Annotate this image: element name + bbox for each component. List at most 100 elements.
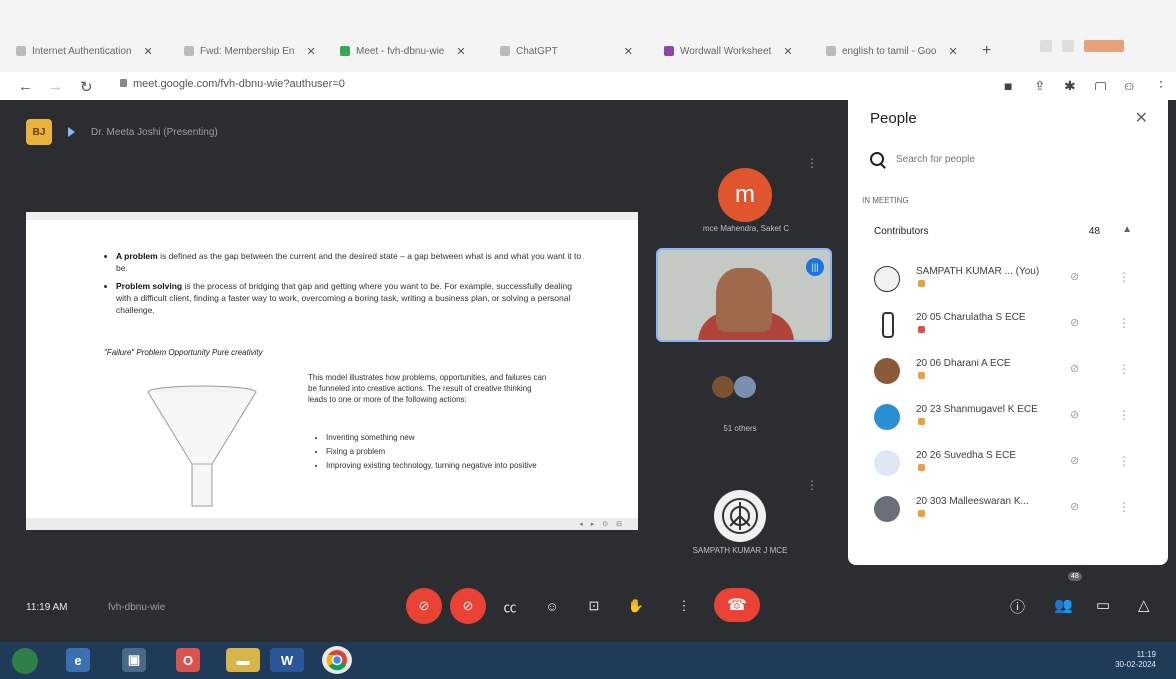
tab-label: Internet Authentication — [32, 45, 132, 57]
tab-label: Wordwall Worksheet — [680, 45, 772, 57]
mic-off-icon: ⊘ — [1070, 271, 1080, 283]
people-icon[interactable]: 👥 — [1054, 596, 1073, 614]
presenting-icon — [68, 127, 75, 137]
phone-hangup-icon: ☎ — [727, 597, 747, 614]
chrome-icon[interactable] — [322, 646, 352, 674]
slide-bottom-strip — [26, 518, 638, 530]
raise-hand-icon — [918, 418, 925, 425]
more-options-button[interactable]: ⋮ — [666, 588, 702, 624]
action-item: Fixing a problem — [326, 446, 562, 457]
participant-row[interactable]: 20 05 Charulatha S ECE ⊘ ⋮ — [874, 308, 1150, 344]
tab-close-icon[interactable]: ✕ — [783, 45, 792, 58]
present-button[interactable]: ⊡ — [576, 588, 612, 624]
slide-bullet-problem-solving: Problem solving is the process of bridgi… — [116, 280, 586, 316]
tab-meet[interactable]: Meet - fvh-dbnu-wie ✕ — [340, 36, 466, 66]
mic-off-icon: ⊘ — [1070, 317, 1080, 329]
tab-close-icon[interactable]: ✕ — [624, 45, 633, 58]
leave-call-button[interactable]: ☎ — [714, 588, 760, 622]
tab-membership[interactable]: Fwd: Membership En ✕ — [184, 36, 316, 66]
internet-explorer-icon[interactable]: e — [66, 648, 90, 672]
participant-avatar — [874, 266, 900, 292]
minimize-icon[interactable] — [1040, 40, 1052, 52]
contributors-header[interactable]: Contributors 48 ▲ — [874, 224, 1146, 237]
participant-row[interactable]: 20 303 Malleeswaran K... ⊘ ⋮ — [874, 492, 1150, 528]
funnel-image — [147, 385, 257, 507]
others-avatar — [712, 376, 734, 398]
emoji-icon: ☺ — [545, 598, 559, 614]
mic-off-icon: ⊘ — [1070, 501, 1080, 513]
more-options-icon[interactable]: ⋮ — [1118, 408, 1130, 422]
tab-wordwall[interactable]: Wordwall Worksheet ✕ — [664, 36, 793, 66]
forward-icon[interactable]: → — [48, 78, 63, 95]
participant-row[interactable]: 20 06 Dharani A ECE ⊘ ⋮ — [874, 354, 1150, 390]
tile-more-icon[interactable]: ⋮ — [806, 156, 818, 170]
tab-close-icon[interactable]: ✕ — [949, 45, 958, 58]
explorer-icon[interactable]: ▣ — [122, 648, 146, 672]
people-count-badge: 48 — [1068, 572, 1082, 581]
folder-icon[interactable]: ▬ — [226, 648, 260, 672]
reload-icon[interactable]: ↻ — [80, 78, 93, 96]
mic-off-icon: ⊘ — [1070, 363, 1080, 375]
participant-row[interactable]: 20 26 Suvedha S ECE ⊘ ⋮ — [874, 446, 1150, 482]
search-input[interactable] — [894, 152, 1098, 166]
meeting-logo: BJ — [26, 119, 52, 145]
url-field[interactable]: meet.google.com/fvh-dbnu-wie?authuser=0 — [120, 78, 345, 90]
presenter-bar: BJ Dr. Meeta Joshi (Presenting) — [26, 119, 218, 145]
back-icon[interactable]: ← — [18, 78, 33, 95]
bullet-term: A problem — [116, 251, 158, 261]
meeting-info-icon[interactable]: ⓘ — [1010, 596, 1025, 617]
opera-icon[interactable]: O — [176, 648, 200, 672]
more-options-icon[interactable]: ⋮ — [1118, 362, 1130, 376]
captions-button[interactable]: ㏄ — [492, 588, 528, 624]
others-label[interactable]: 51 others — [700, 424, 780, 433]
more-options-icon[interactable]: ⋮ — [1118, 316, 1130, 330]
tile-more-icon[interactable]: ⋮ — [806, 478, 818, 492]
start-button[interactable] — [12, 648, 38, 674]
participant-avatar — [874, 450, 900, 476]
bullet-text: is defined as the gap between the curren… — [116, 251, 582, 273]
tab-favicon-icon — [500, 46, 510, 56]
chevron-up-icon[interactable]: ▲ — [1122, 224, 1132, 235]
people-search — [870, 152, 1098, 166]
chat-icon[interactable]: ▭ — [1096, 596, 1110, 614]
raise-hand-button[interactable]: ✋ — [618, 588, 654, 624]
camera-toggle-button[interactable]: ⊘ — [450, 588, 486, 624]
close-window-icon[interactable] — [1084, 40, 1124, 52]
model-description: This model illustrates how problems, opp… — [308, 373, 547, 404]
raise-hand-icon — [918, 326, 925, 333]
more-options-icon[interactable]: ⋮ — [1118, 454, 1130, 468]
tab-close-icon[interactable]: ✕ — [306, 45, 315, 58]
participant-avatar — [874, 404, 900, 430]
tab-favicon-icon — [664, 46, 674, 56]
action-list: Inventing something new Fixing a problem… — [316, 432, 562, 474]
people-panel: People ✕ IN MEETING Contributors 48 ▲ SA… — [848, 90, 1168, 565]
participant-avatar — [874, 358, 900, 384]
more-options-icon[interactable]: ⋮ — [1118, 500, 1130, 514]
model-line: "Failure" Problem Opportunity Pure creat… — [104, 348, 263, 357]
tab-chatgpt[interactable]: ChatGPT ✕ — [500, 36, 633, 66]
raise-hand-icon — [918, 372, 925, 379]
tab-internet-authentication[interactable]: Internet Authentication ✕ — [16, 36, 153, 66]
tab-close-icon[interactable]: ✕ — [456, 45, 465, 58]
more-vert-icon: ⋮ — [677, 598, 691, 613]
participant-row[interactable]: 20 23 Shanmugavel K ECE ⊘ ⋮ — [874, 400, 1150, 436]
system-tray[interactable]: 11:19 30-02-2024 — [1115, 650, 1156, 670]
activities-icon[interactable]: △ — [1138, 596, 1150, 614]
meeting-code: fvh-dbnu-wie — [108, 602, 166, 613]
mic-toggle-button[interactable]: ⊘ — [406, 588, 442, 624]
restore-icon[interactable] — [1062, 40, 1074, 52]
tab-close-icon[interactable]: ✕ — [144, 45, 153, 58]
presenter-video-tile[interactable]: ||| — [656, 248, 832, 342]
reactions-button[interactable]: ☺ — [534, 588, 570, 624]
close-icon[interactable]: ✕ — [1135, 108, 1148, 128]
chrome-logo-icon — [326, 650, 347, 671]
participant-name: SAMPATH KUMAR J MCE — [692, 546, 788, 555]
tab-google-translate[interactable]: english to tamil - Goo ✕ — [826, 36, 958, 66]
more-options-icon[interactable]: ⋮ — [1118, 270, 1130, 284]
participant-avatar — [874, 496, 900, 522]
new-tab-icon[interactable]: + — [982, 42, 1000, 60]
institution-logo-icon — [722, 498, 758, 534]
slide-controls[interactable]: ◂▸⊙⊟ — [579, 520, 630, 528]
participant-row[interactable]: SAMPATH KUMAR ... (You) ⊘ ⋮ — [874, 262, 1150, 298]
word-app-icon[interactable]: W — [270, 648, 304, 672]
